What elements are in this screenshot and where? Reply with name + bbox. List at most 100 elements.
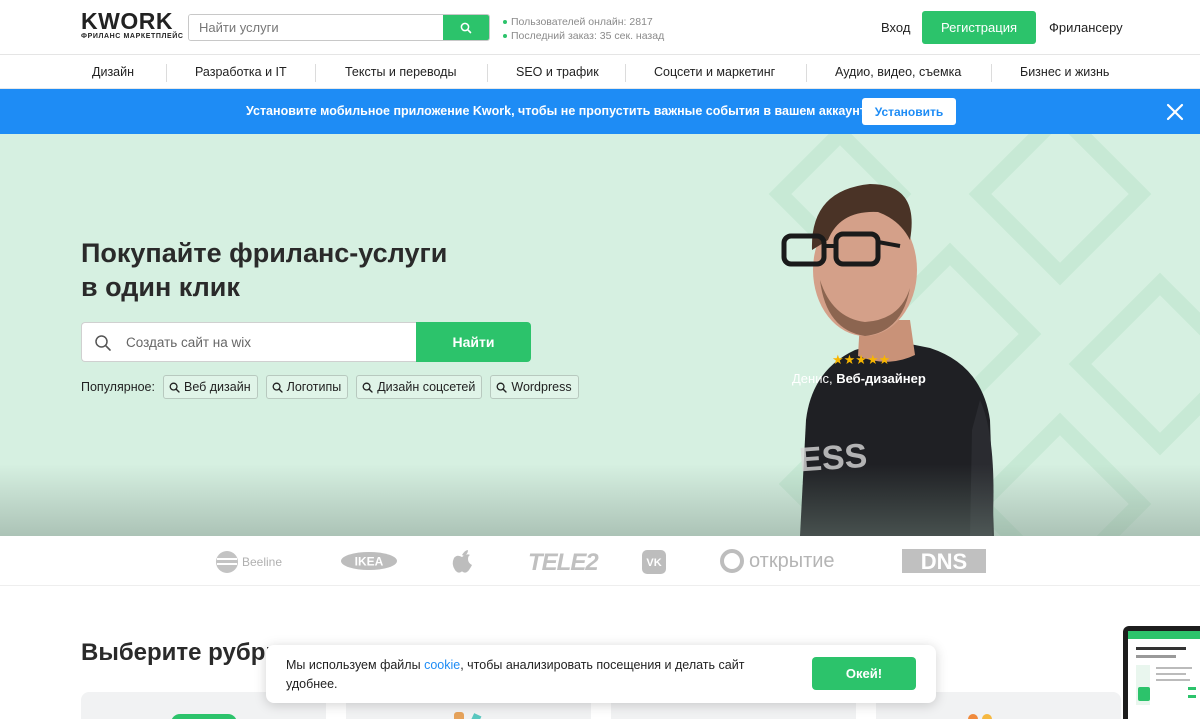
beeline-logo-icon — [216, 551, 238, 573]
nav-divider — [625, 64, 626, 82]
hero-title-line1: Покупайте фриланс-услуги — [81, 238, 448, 268]
rubric-card-image — [171, 714, 237, 719]
cookie-text-before: Мы используем файлы — [286, 658, 421, 672]
brand-vk: VK — [642, 550, 666, 574]
stats-online: Пользователей онлайн: 2817 — [511, 16, 653, 28]
online-dot-icon — [503, 20, 507, 24]
kwork-logo[interactable]: KWORK ФРИЛАНС МАРКЕТПЛЕЙС — [81, 8, 184, 41]
freelancer-name: Денис, — [792, 371, 833, 386]
install-app-button[interactable]: Установить — [862, 98, 956, 125]
close-icon[interactable] — [1165, 102, 1185, 122]
search-icon — [496, 382, 508, 393]
brand-tele2: TELE2 — [528, 549, 599, 577]
app-promo-screen — [1128, 631, 1200, 719]
brand-strip: Beeline IKEA TELE2 VK открытие DNS — [0, 536, 1200, 586]
register-button[interactable]: Регистрация — [922, 11, 1036, 44]
hero-search-button[interactable]: Найти — [416, 322, 531, 362]
freelancer-link[interactable]: Фрилансеру — [1049, 20, 1123, 35]
brand-otkritie: открытие — [720, 549, 835, 573]
dns-text: DNS — [921, 549, 967, 573]
popular-tags: Популярное: Веб дизайн Логотипы Дизайн с… — [81, 375, 587, 399]
popular-tag[interactable]: Логотипы — [265, 375, 349, 399]
vk-logo-icon: VK — [642, 550, 666, 574]
header-search-input[interactable] — [189, 15, 444, 40]
popular-tag[interactable]: Wordpress — [490, 375, 579, 399]
search-icon — [362, 382, 373, 393]
order-dot-icon — [503, 34, 507, 38]
popular-tag[interactable]: Дизайн соцсетей — [356, 375, 483, 399]
cookie-text: Мы используем файлы cookie, чтобы анализ… — [286, 656, 756, 694]
search-icon — [169, 382, 180, 393]
site-stats: Пользователей онлайн: 2817 Последний зак… — [503, 15, 664, 43]
category-seo[interactable]: SEO и трафик — [516, 55, 599, 89]
screen-line — [1136, 655, 1176, 658]
cookie-notice: Мы используем файлы cookie, чтобы анализ… — [266, 645, 936, 703]
nav-divider — [166, 64, 167, 82]
brand-name: Beeline — [242, 555, 283, 569]
hero-search: Создать сайт на wix Найти — [81, 322, 531, 362]
category-development[interactable]: Разработка и IT — [195, 55, 287, 89]
ikea-text: IKEA — [355, 555, 384, 569]
freelancer-caption: Денис, Веб-дизайнер — [792, 371, 926, 386]
hero-search-placeholder: Создать сайт на wix — [126, 335, 252, 350]
cookie-link[interactable]: cookie — [424, 658, 460, 672]
popular-label: Популярное: — [81, 380, 155, 394]
screen-line — [1156, 679, 1190, 681]
app-promo-device — [1123, 626, 1200, 719]
tele2-logo-text: TELE2 — [528, 549, 599, 576]
ikea-logo-icon: IKEA — [341, 552, 397, 570]
nav-divider — [991, 64, 992, 82]
stats-last-order: Последний заказ: 35 сек. назад — [511, 30, 665, 42]
rubric-card-image — [454, 712, 464, 719]
screen-line — [1156, 673, 1186, 675]
popular-tag-label: Дизайн соцсетей — [377, 380, 476, 394]
category-media[interactable]: Аудио, видео, съемка — [835, 55, 961, 89]
search-icon — [272, 382, 283, 393]
screen-header-bar — [1128, 631, 1200, 639]
nav-divider — [806, 64, 807, 82]
popular-tag[interactable]: Веб дизайн — [162, 375, 258, 399]
vk-text: VK — [646, 557, 661, 569]
nav-divider — [487, 64, 488, 82]
login-link[interactable]: Вход — [881, 20, 910, 35]
hero-section: Покупайте фриланс-услуги в один клик Соз… — [0, 134, 1200, 536]
category-texts[interactable]: Тексты и переводы — [345, 55, 456, 89]
hero-search-input[interactable]: Создать сайт на wix — [81, 322, 417, 362]
popular-tag-label: Веб дизайн — [183, 380, 251, 394]
brand-apple — [451, 548, 473, 574]
hero-shade — [0, 464, 1200, 536]
category-nav: Дизайн Разработка и IT Тексты и переводы… — [0, 55, 1200, 89]
app-banner-text: Установите мобильное приложение Kwork, ч… — [246, 104, 878, 118]
app-install-banner: Установите мобильное приложение Kwork, ч… — [0, 89, 1200, 134]
header-search-button[interactable] — [443, 15, 489, 40]
popular-tag-label: Wordpress — [511, 380, 572, 394]
popular-tag-label: Логотипы — [286, 380, 342, 394]
logo-text: KWORK — [81, 8, 173, 34]
rubric-card-image — [968, 714, 978, 719]
hero-title: Покупайте фриланс-услуги в один клик — [81, 236, 447, 304]
brand-ikea: IKEA — [340, 551, 398, 571]
otkritie-logo-icon — [720, 549, 744, 573]
rubric-card-image — [466, 713, 482, 719]
screen-line — [1188, 695, 1196, 698]
screen-icon — [1138, 687, 1150, 701]
brand-beeline: Beeline — [215, 550, 282, 574]
brand-dns: DNS — [902, 549, 986, 573]
category-social[interactable]: Соцсети и маркетинг — [654, 55, 775, 89]
logo-subtitle: ФРИЛАНС МАРКЕТПЛЕЙС — [81, 33, 184, 40]
cookie-accept-button[interactable]: Окей! — [812, 657, 916, 690]
hero-title-line2: в один клик — [81, 272, 240, 302]
freelancer-role: Веб-дизайнер — [836, 371, 926, 386]
header-search — [188, 14, 490, 41]
category-business[interactable]: Бизнес и жизнь — [1020, 55, 1109, 89]
screen-line — [1136, 647, 1186, 650]
site-header: KWORK ФРИЛАНС МАРКЕТПЛЕЙС Пользователей … — [0, 0, 1200, 55]
search-icon — [460, 22, 472, 33]
rubric-title: Выберите рубри — [81, 639, 281, 666]
rating-stars-icon: ★★★★★ — [832, 352, 891, 367]
nav-divider — [315, 64, 316, 82]
screen-line — [1156, 667, 1192, 669]
apple-logo-icon — [452, 550, 472, 573]
category-design[interactable]: Дизайн — [92, 55, 134, 89]
dns-logo-icon: DNS — [902, 549, 986, 573]
